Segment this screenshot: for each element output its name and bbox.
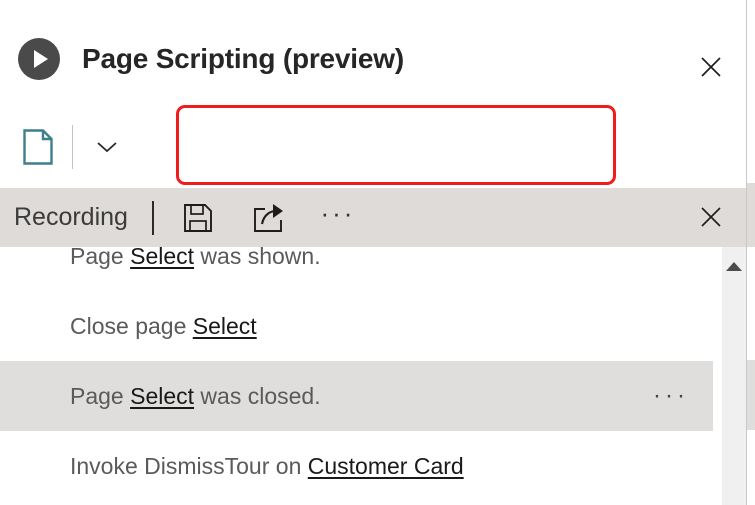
recorded-steps-list-inner: Page Select was shown. Close page Select… <box>0 223 713 501</box>
page-title: Page Scripting (preview) <box>82 43 404 75</box>
play-triangle-icon <box>34 50 48 68</box>
list-item-prefix: Invoke DismissTour on <box>70 453 308 479</box>
close-recording-button[interactable] <box>694 200 728 234</box>
list-item[interactable]: Close page Select <box>0 291 713 361</box>
recording-more-button[interactable]: ··· <box>316 196 360 240</box>
list-item-text: Page Select was closed. <box>70 383 321 410</box>
recording-status-label: Recording <box>14 203 128 232</box>
background-band <box>747 360 755 430</box>
close-panel-button[interactable] <box>694 50 728 84</box>
list-item-link[interactable]: Select <box>193 313 257 339</box>
title-row: Page Scripting (preview) <box>18 38 404 80</box>
background-band <box>747 183 755 247</box>
scroll-up-button[interactable] <box>722 255 746 277</box>
list-item-more-button[interactable]: ··· <box>653 384 689 408</box>
list-item-prefix: Close page <box>70 313 193 339</box>
list-item-text: Invoke DismissTour on Customer Card <box>70 453 464 480</box>
save-recording-button[interactable] <box>176 196 220 240</box>
list-item-link[interactable]: Select <box>130 383 194 409</box>
new-script-button[interactable] <box>14 121 62 173</box>
ellipsis-icon: ··· <box>320 200 355 236</box>
list-item-text: Close page Select <box>70 313 257 340</box>
title-bar: Page Scripting (preview) <box>0 0 746 105</box>
play-circle-icon <box>18 38 60 80</box>
background-page-sliver <box>746 0 755 505</box>
close-icon <box>699 205 723 229</box>
toolbar <box>0 105 746 188</box>
list-item-link[interactable]: Customer Card <box>308 453 464 479</box>
close-icon <box>699 55 723 79</box>
new-file-icon <box>22 128 54 166</box>
scroll-up-arrow-icon <box>726 262 742 271</box>
list-item-suffix: was closed. <box>194 383 321 409</box>
share-recording-button[interactable] <box>246 196 290 240</box>
toolbar-overflow-button[interactable] <box>83 121 131 173</box>
page-scripting-panel: Page Scripting (preview) <box>0 0 755 505</box>
list-item-prefix: Page <box>70 383 130 409</box>
list-item[interactable]: Invoke DismissTour on Customer Card <box>0 431 713 501</box>
chevron-down-icon <box>95 140 119 154</box>
recording-bar: Recording ··· <box>0 188 746 247</box>
recorded-steps-list[interactable]: Page Select was shown. Close page Select… <box>0 223 713 505</box>
toolbar-left-group <box>14 105 131 188</box>
share-icon <box>252 203 284 233</box>
list-scrollbar[interactable] <box>722 247 746 505</box>
save-icon <box>183 203 213 233</box>
recording-bar-divider <box>152 201 154 235</box>
list-item[interactable]: Page Select was closed. ··· <box>0 361 713 431</box>
toolbar-divider <box>72 125 73 169</box>
